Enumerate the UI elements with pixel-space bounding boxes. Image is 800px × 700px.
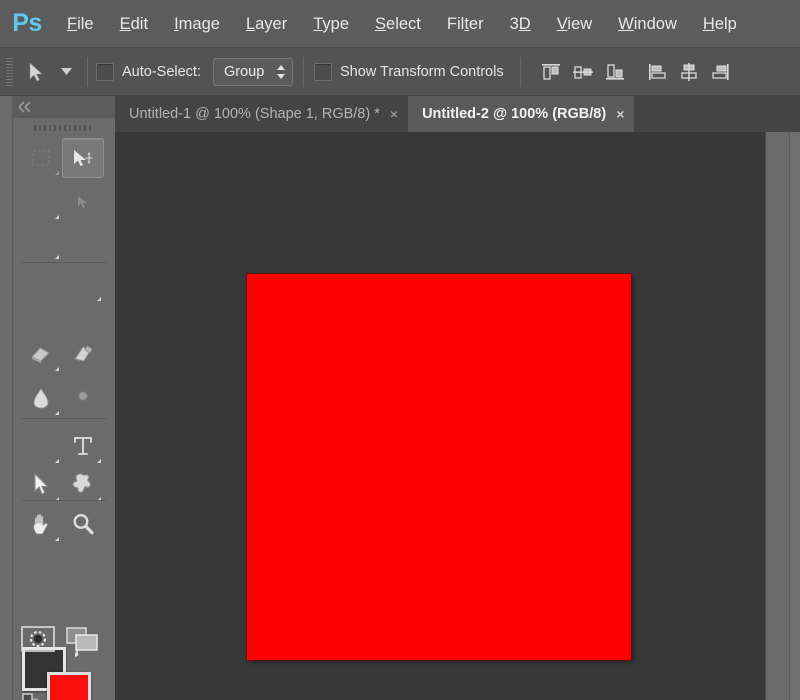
lasso-tool[interactable]: [20, 182, 62, 222]
align-left-edges-icon[interactable]: [641, 56, 673, 88]
spot-healing-brush-tool[interactable]: [20, 264, 62, 304]
default-colors-icon[interactable]: [20, 691, 42, 700]
align-buttons-group: [535, 56, 737, 88]
background-color-swatch[interactable]: [47, 672, 91, 700]
menu-item-help[interactable]: Help: [690, 0, 750, 48]
stepper-arrows-icon[interactable]: [276, 64, 286, 80]
close-icon[interactable]: ×: [616, 107, 624, 121]
screen-mode-button[interactable]: [62, 621, 102, 657]
zoom-tool[interactable]: [62, 504, 104, 544]
path-selection-tool[interactable]: [20, 464, 62, 504]
tab-title: Untitled-1 @ 100% (Shape 1, RGB/8) *: [129, 106, 380, 122]
pen-tool[interactable]: [20, 426, 62, 466]
menu-item-3d[interactable]: 3D: [497, 0, 544, 48]
move-tool-icon[interactable]: [19, 55, 53, 89]
align-horizontal-centers-icon[interactable]: [673, 56, 705, 88]
menu-item-select[interactable]: Select: [362, 0, 434, 48]
artboard-red-rectangle[interactable]: [247, 274, 631, 660]
toolbox-divider-2: [22, 418, 106, 419]
eraser-tool[interactable]: [20, 334, 62, 374]
custom-shape-tool[interactable]: [62, 464, 104, 504]
photoshop-window: Ps File Edit Image Layer Type Select Fil…: [0, 0, 800, 700]
menu-item-filter[interactable]: Filter: [434, 0, 497, 48]
auto-select-checkbox[interactable]: [96, 62, 114, 81]
canvas-workspace[interactable]: [115, 132, 765, 700]
menu-bar: Ps File Edit Image Layer Type Select Fil…: [0, 0, 800, 48]
menu-item-file[interactable]: File: [54, 0, 107, 48]
dodge-tool[interactable]: [62, 378, 104, 418]
tab-title: Untitled-2 @ 100% (RGB/8): [422, 106, 607, 122]
tool-flyout-indicator: [97, 459, 101, 463]
menu-item-image[interactable]: Image: [161, 0, 233, 48]
document-tab-untitled-1[interactable]: Untitled-1 @ 100% (Shape 1, RGB/8) * ×: [115, 96, 408, 132]
show-transform-controls-label: Show Transform Controls: [340, 63, 504, 80]
tool-options-bar: Auto-Select: Group Show Transform Contro…: [0, 48, 800, 96]
menu-item-window[interactable]: Window: [605, 0, 690, 48]
tool-flyout-indicator: [55, 255, 59, 259]
tool-flyout-indicator: [55, 367, 59, 371]
auto-select-scope-value: Group: [224, 63, 265, 80]
auto-select-scope-dropdown[interactable]: Group: [213, 57, 293, 86]
quick-selection-tool[interactable]: [62, 182, 104, 222]
right-panel-dock: [765, 132, 800, 700]
tool-preset-chevron-down-icon[interactable]: [53, 55, 79, 89]
tool-flyout-indicator: [97, 297, 101, 301]
move-tool[interactable]: [62, 138, 104, 178]
eyedropper-tool[interactable]: [62, 222, 104, 262]
tool-flyout-indicator: [55, 215, 59, 219]
blur-tool[interactable]: [20, 378, 62, 418]
toolbox-drag-handle[interactable]: [34, 125, 92, 131]
toolbox-divider-3: [22, 500, 106, 501]
quick-mask-mode-button[interactable]: [18, 621, 58, 657]
tool-flyout-indicator: [55, 537, 59, 541]
auto-select-label: Auto-Select:: [122, 63, 201, 80]
brush-tool[interactable]: [62, 264, 104, 304]
options-divider-1: [87, 56, 88, 87]
tool-flyout-indicator: [55, 411, 59, 415]
options-divider-2: [303, 56, 304, 87]
options-bar-drag-handle[interactable]: [6, 57, 13, 86]
align-right-edges-icon[interactable]: [705, 56, 737, 88]
align-bottom-edges-icon[interactable]: [599, 56, 631, 88]
hand-tool[interactable]: [20, 504, 62, 544]
menu-item-edit[interactable]: Edit: [107, 0, 161, 48]
photoshop-logo: Ps: [12, 9, 42, 37]
options-divider-3: [519, 56, 521, 87]
menu-item-type[interactable]: Type: [300, 0, 362, 48]
show-transform-controls-checkbox[interactable]: [314, 62, 332, 81]
align-vertical-centers-icon[interactable]: [567, 56, 599, 88]
close-icon[interactable]: ×: [390, 107, 398, 121]
gradient-tool[interactable]: [62, 334, 104, 374]
document-tab-untitled-2[interactable]: Untitled-2 @ 100% (RGB/8) ×: [408, 96, 635, 132]
align-top-edges-icon[interactable]: [535, 56, 567, 88]
menu-item-view[interactable]: View: [544, 0, 605, 48]
document-tab-bar: Untitled-1 @ 100% (Shape 1, RGB/8) * × U…: [115, 96, 800, 132]
right-panel-icon-rail[interactable]: [789, 132, 800, 700]
menu-item-layer[interactable]: Layer: [233, 0, 300, 48]
crop-tool[interactable]: [20, 222, 62, 262]
toolbox-panel: [0, 96, 115, 700]
rectangular-marquee-tool[interactable]: [20, 138, 62, 178]
tool-flyout-indicator: [55, 171, 59, 175]
toolbox-divider-1: [22, 262, 106, 263]
collapse-panel-icon[interactable]: [16, 99, 34, 115]
tool-flyout-indicator: [55, 459, 59, 463]
horizontal-type-tool[interactable]: [62, 426, 104, 466]
